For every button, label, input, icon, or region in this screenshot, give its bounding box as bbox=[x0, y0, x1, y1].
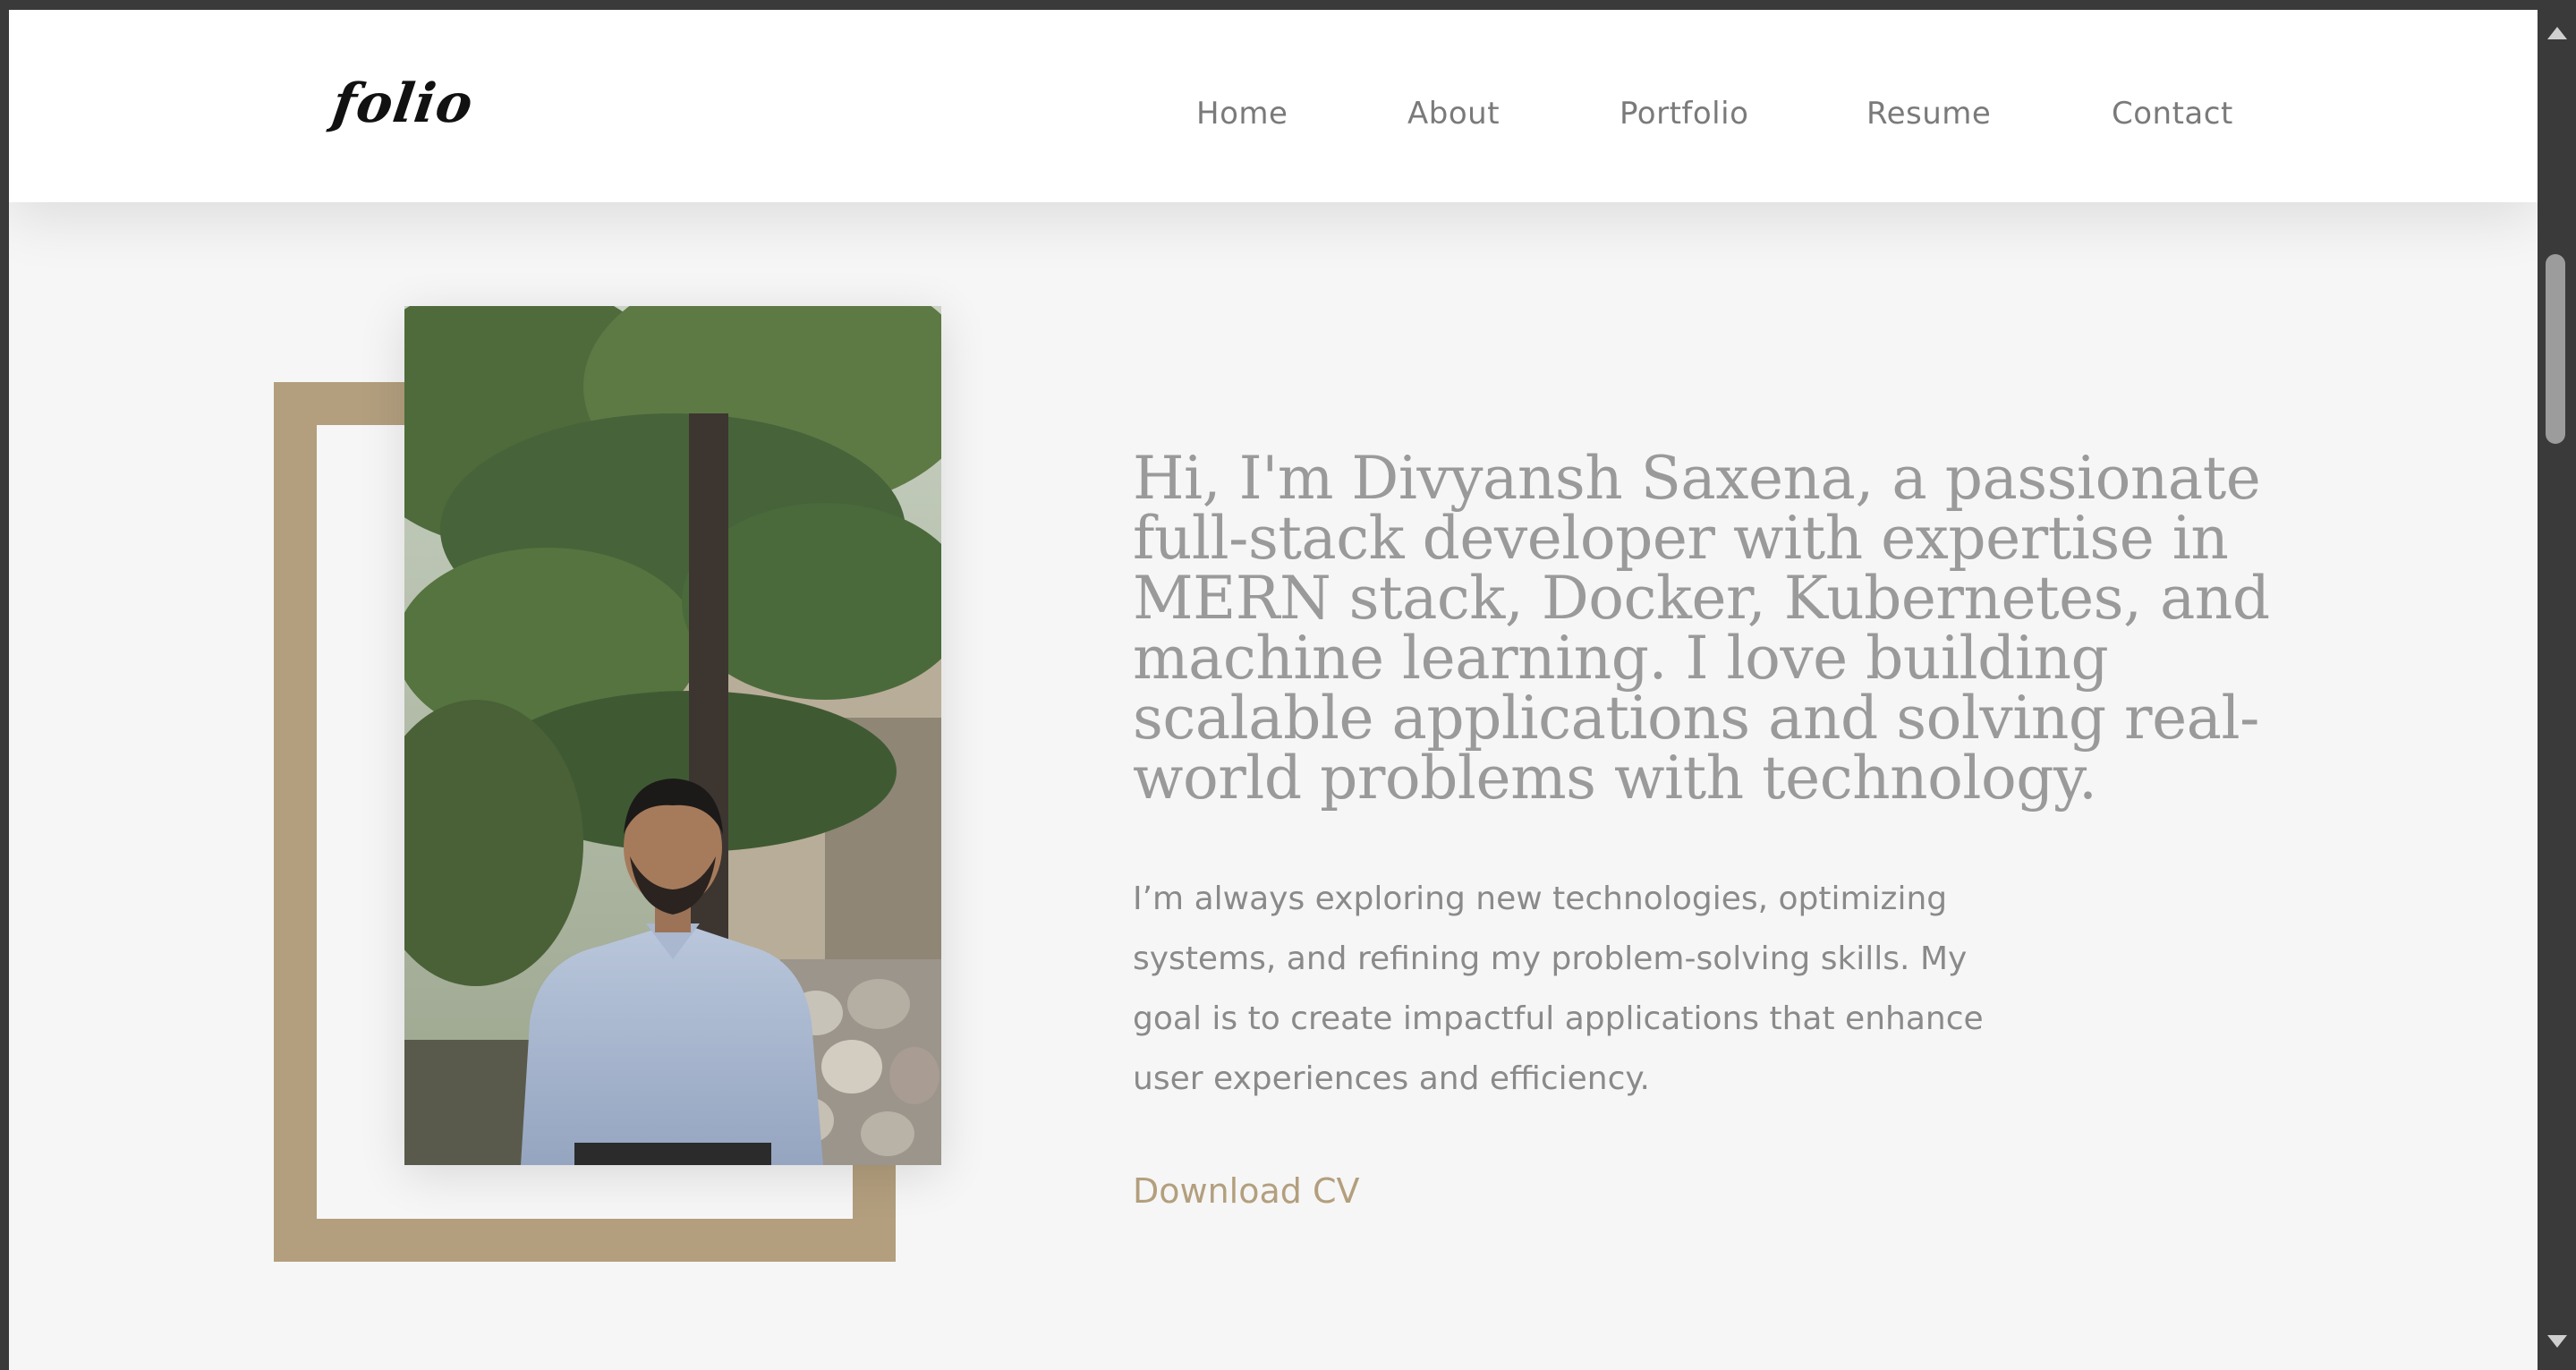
hero-headline: Hi, I'm Divyansh Saxena, a passionate fu… bbox=[1133, 444, 2270, 813]
scroll-up-arrow-icon[interactable] bbox=[2547, 27, 2567, 39]
main-nav: Home About Portfolio Resume Contact bbox=[9, 10, 2538, 202]
download-cv-link[interactable]: Download CV bbox=[1133, 1171, 1360, 1211]
scroll-down-arrow-icon[interactable] bbox=[2547, 1335, 2567, 1348]
scrollbar-thumb[interactable] bbox=[2546, 254, 2565, 444]
hero-paragraph: I’m always exploring new technologies, o… bbox=[1133, 881, 1984, 1097]
profile-photo bbox=[404, 306, 941, 1165]
vertical-scrollbar[interactable] bbox=[2538, 0, 2576, 1370]
nav-portfolio[interactable]: Portfolio bbox=[1620, 96, 1748, 132]
site-header: folio Home About Portfolio Resume Contac… bbox=[9, 10, 2538, 202]
nav-contact[interactable]: Contact bbox=[2112, 96, 2233, 132]
nav-home[interactable]: Home bbox=[1196, 96, 1288, 132]
browser-viewport: folio Home About Portfolio Resume Contac… bbox=[9, 10, 2538, 1370]
nav-resume[interactable]: Resume bbox=[1866, 96, 1991, 132]
profile-photo-illustration bbox=[404, 306, 941, 1165]
nav-about[interactable]: About bbox=[1407, 96, 1500, 132]
